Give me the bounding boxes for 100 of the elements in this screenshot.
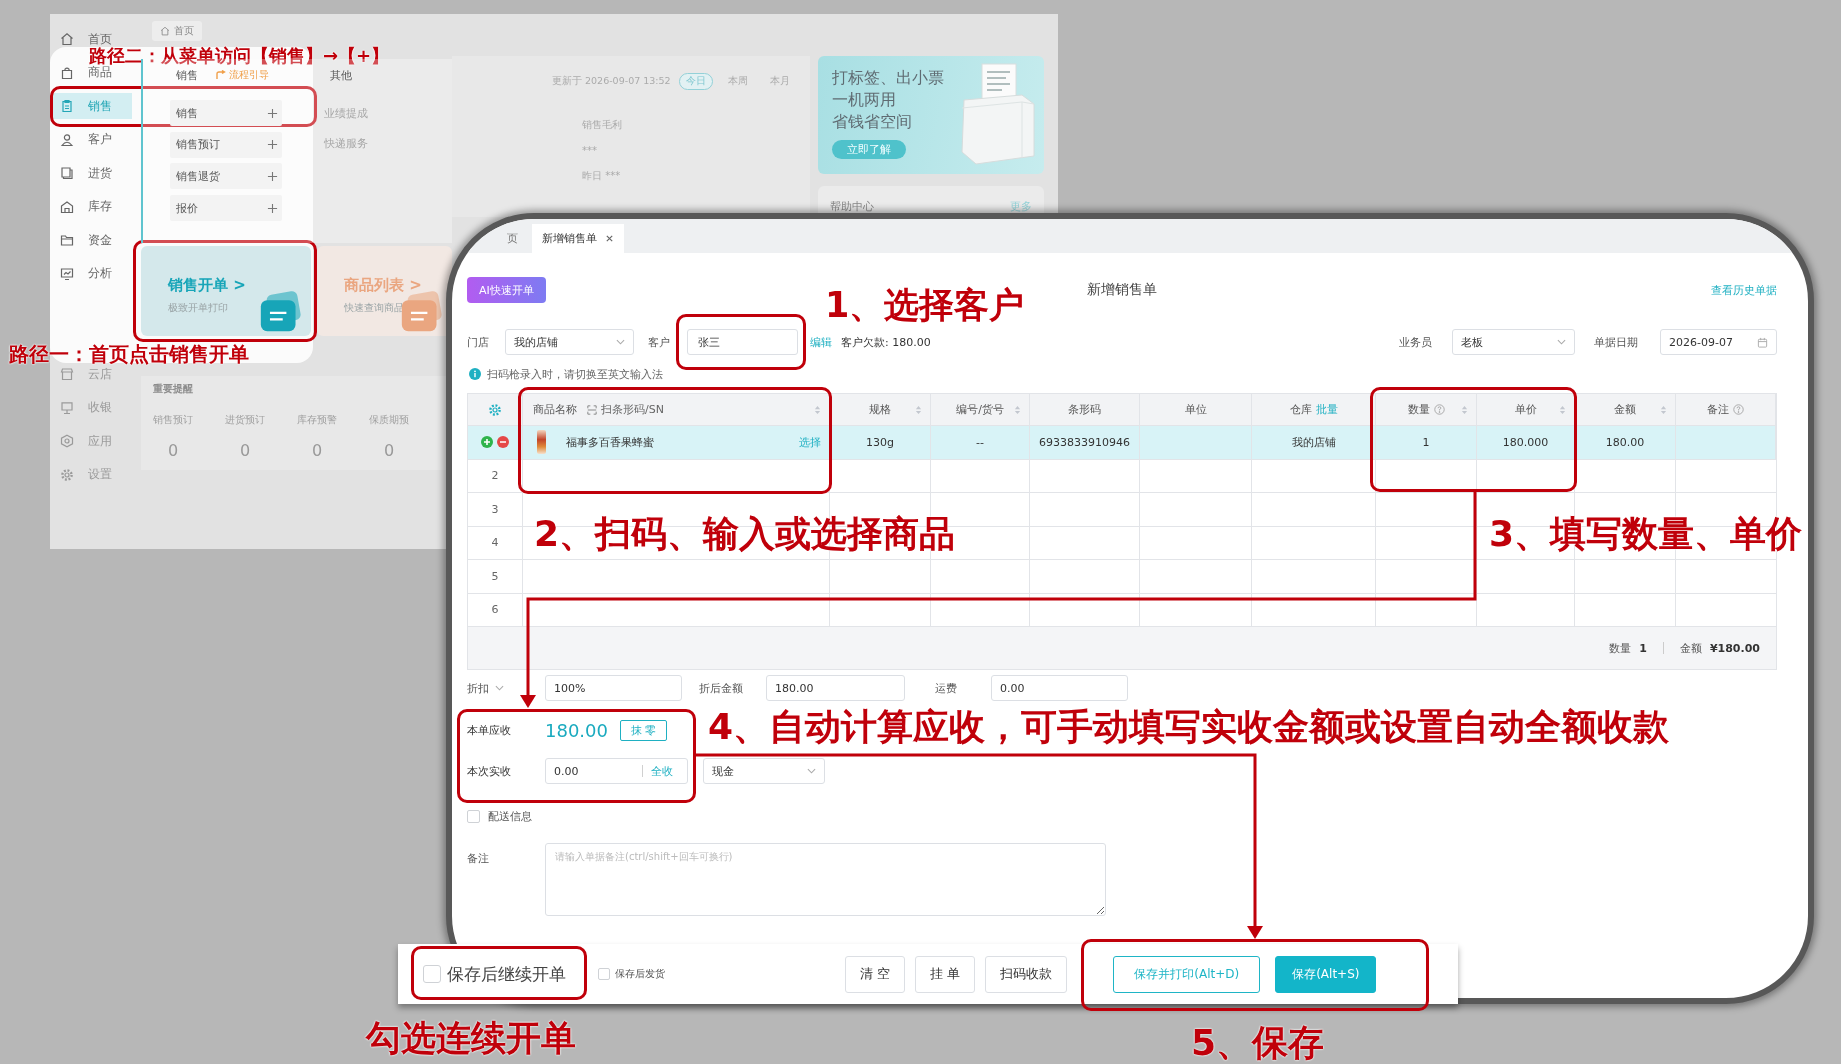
- field-label: 客户: [648, 334, 670, 350]
- sort-icon[interactable]: [915, 404, 922, 415]
- summary-value: ¥180.00: [1709, 641, 1760, 655]
- row-number[interactable]: 5: [485, 567, 505, 585]
- caret-icon: [1557, 339, 1566, 345]
- tab[interactable]: 首页: [152, 20, 202, 41]
- screen-icon: [60, 400, 74, 415]
- page-title: 新增销售单: [1087, 281, 1157, 299]
- settings-icon[interactable]: [488, 402, 502, 417]
- sidebar-item[interactable]: 客户: [50, 131, 132, 148]
- field-label: 运费: [935, 680, 957, 696]
- tab[interactable]: 新增销售单: [532, 224, 624, 253]
- shortcut-title: 销售开单 >: [168, 275, 247, 295]
- plus-icon[interactable]: [267, 107, 278, 119]
- reminder-label: 进货预订: [225, 413, 265, 427]
- payment-method-select[interactable]: 现金: [703, 758, 825, 784]
- store-select[interactable]: 我的店铺: [505, 329, 634, 355]
- pages-icon: [60, 166, 74, 180]
- field-label: 单据日期: [1594, 334, 1638, 350]
- sidebar-item[interactable]: 商品: [50, 64, 132, 81]
- help-icon: [1433, 404, 1445, 415]
- action-button[interactable]: 清 空: [845, 955, 906, 993]
- sidebar-item[interactable]: 首页: [50, 31, 132, 47]
- discount-field[interactable]: 100%: [545, 675, 682, 701]
- checkbox[interactable]: [467, 809, 480, 823]
- table-row[interactable]: 福事多百香果蜂蜜 选择 130g -- 6933833910946 我的店铺 1 180.000 180.00: [468, 426, 1776, 460]
- row-number[interactable]: 2: [485, 467, 505, 485]
- row-number[interactable]: 6: [485, 601, 505, 619]
- discounted-amount-field[interactable]: 180.00: [766, 675, 905, 701]
- sort-icon[interactable]: [1559, 404, 1566, 415]
- arrow-icon: [216, 70, 226, 80]
- home-icon: [60, 32, 74, 46]
- annotation-text: 1、选择客户: [825, 288, 1025, 323]
- received-amount-field[interactable]: 0.00 全收: [545, 758, 688, 784]
- plus-icon[interactable]: [267, 202, 278, 214]
- reminder-label: 库存预警: [297, 413, 337, 427]
- chart-icon: [60, 266, 74, 281]
- checkbox-label: 保存后继续开单: [447, 962, 566, 986]
- caret-icon: [616, 339, 625, 345]
- help-title: 帮助中心: [830, 198, 874, 214]
- column-header: 仓库 批量: [1288, 401, 1339, 419]
- checkbox[interactable]: [423, 965, 441, 983]
- tab[interactable]: 页: [497, 224, 528, 253]
- field-label: 本次实收: [467, 763, 511, 779]
- ai-quick-order-button[interactable]: AI快速开单: [467, 277, 546, 303]
- plus-icon[interactable]: [267, 139, 278, 151]
- remove-icon[interactable]: [497, 436, 509, 449]
- customer-field[interactable]: 张三: [687, 329, 798, 355]
- promo-text: 一机两用: [832, 89, 896, 111]
- discount-dropdown[interactable]: 折扣: [467, 680, 504, 696]
- person-icon: [60, 132, 74, 147]
- sort-icon[interactable]: [1660, 404, 1667, 415]
- field-label: 本单应收: [467, 723, 511, 738]
- sort-icon[interactable]: [814, 404, 821, 415]
- plus-icon[interactable]: [267, 170, 278, 182]
- annotation-text: 2、扫码、输入或选择商品: [534, 516, 956, 552]
- menu-item[interactable]: 销售退货: [170, 163, 282, 190]
- sidebar-item[interactable]: 库存: [50, 198, 132, 215]
- sort-icon[interactable]: [1461, 404, 1468, 415]
- action-button[interactable]: 挂 单: [915, 955, 976, 993]
- column-header[interactable]: 数量: [1382, 394, 1470, 425]
- action-button[interactable]: 扫码收款: [985, 955, 1068, 993]
- product-thumbnail: [537, 430, 546, 455]
- sidebar-item[interactable]: 资金: [50, 232, 132, 248]
- sidebar-item[interactable]: 进货: [50, 165, 132, 181]
- add-icon[interactable]: [481, 436, 493, 449]
- calendar-icon: [1757, 336, 1768, 348]
- row-number[interactable]: 4: [485, 534, 505, 552]
- shipping-field[interactable]: 0.00: [991, 675, 1128, 701]
- sidebar-item[interactable]: 分析: [50, 265, 132, 282]
- column-header[interactable]: 金额: [1581, 394, 1669, 425]
- menu-item[interactable]: 报价: [170, 195, 282, 222]
- home-icon: [160, 25, 170, 36]
- scan-icon: [587, 404, 597, 415]
- clipboard-icon: [60, 99, 74, 113]
- column-header[interactable]: 商品名称 扫条形码/SN: [529, 394, 823, 425]
- menu-item[interactable]: 销售: [170, 100, 282, 126]
- hint-text: 扫码枪录入时，请切换至英文输入法: [487, 366, 663, 382]
- checkbox[interactable]: [598, 968, 610, 980]
- folder-icon: [60, 233, 74, 247]
- annotation-text: 路径二：从菜单访问【销售】→【+】: [89, 47, 390, 65]
- table-cell: 180.00: [1605, 435, 1645, 449]
- date-field[interactable]: 2026-09-07: [1660, 329, 1777, 355]
- column-header[interactable]: 规格: [836, 394, 924, 425]
- reminder-count: 0: [167, 441, 179, 460]
- shortcut-title: 商品列表 >: [344, 275, 423, 295]
- promo-text: 打标签、出小票: [832, 67, 944, 89]
- close-icon[interactable]: [605, 234, 614, 243]
- salesperson-select[interactable]: 老板: [1452, 329, 1575, 355]
- menu-item[interactable]: 销售预订: [170, 131, 282, 158]
- reminder-label: 保质期预: [369, 413, 409, 427]
- table-cell: 1: [1422, 435, 1430, 449]
- column-header[interactable]: 单价: [1483, 394, 1568, 425]
- info-icon: [469, 368, 481, 380]
- annotation-text: 4、自动计算应收，可手动填写实收金额或设置自动全额收款: [708, 709, 1670, 745]
- column-header[interactable]: 编号/货号: [937, 394, 1023, 425]
- field-label: 门店: [467, 334, 489, 350]
- row-number[interactable]: 3: [485, 500, 505, 518]
- house-icon: [60, 199, 74, 214]
- sort-icon[interactable]: [1014, 404, 1021, 415]
